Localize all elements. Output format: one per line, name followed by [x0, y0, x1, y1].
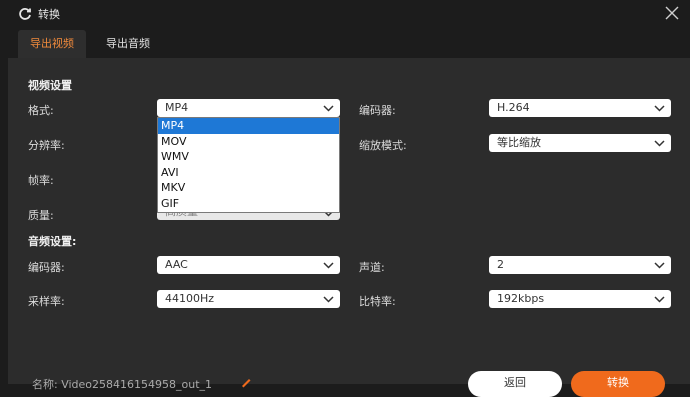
video-encoder-select[interactable]: H.264 [489, 99, 671, 117]
format-option-avi[interactable]: AVI [158, 165, 339, 181]
video-settings-heading: 视频设置 [28, 79, 72, 92]
chevron-down-icon [654, 262, 665, 269]
bitrate-label: 比特率: [359, 295, 396, 308]
chevron-down-icon [323, 105, 334, 112]
channels-label: 声道: [359, 261, 385, 274]
scale-mode-label: 缩放模式: [359, 139, 407, 152]
convert-button[interactable]: 转换 [571, 371, 665, 397]
chevron-down-icon [654, 296, 665, 303]
scale-mode-select[interactable]: 等比缩放 [489, 134, 671, 152]
format-dropdown-list: MP4 MOV WMV AVI MKV GIF [157, 117, 340, 213]
framerate-label: 帧率: [28, 174, 54, 187]
samplerate-value: 44100Hz [165, 292, 215, 305]
chevron-down-icon [323, 262, 334, 269]
format-option-mp4[interactable]: MP4 [158, 118, 339, 134]
format-select[interactable]: MP4 [157, 99, 340, 117]
format-option-mkv[interactable]: MKV [158, 180, 339, 196]
title-bar: 转换 [0, 0, 690, 28]
samplerate-label: 采样率: [28, 295, 65, 308]
format-select-value: MP4 [165, 101, 189, 114]
edit-icon[interactable] [240, 376, 252, 388]
close-icon[interactable] [664, 5, 680, 21]
audio-encoder-label: 编码器: [28, 261, 65, 274]
convert-icon [19, 8, 31, 20]
channels-select[interactable]: 2 [489, 256, 671, 274]
chevron-down-icon [323, 296, 334, 303]
scale-mode-value: 等比缩放 [497, 136, 541, 149]
bitrate-value: 192kbps [497, 292, 545, 305]
quality-label: 质量: [28, 209, 54, 222]
channels-value: 2 [497, 258, 504, 271]
audio-encoder-value: AAC [165, 258, 188, 271]
audio-encoder-select[interactable]: AAC [157, 256, 340, 274]
tab-export-video[interactable]: 导出视频 [18, 30, 86, 58]
resolution-label: 分辨率: [28, 139, 65, 152]
bitrate-select[interactable]: 192kbps [489, 290, 671, 308]
window-title: 转换 [38, 8, 60, 21]
video-encoder-value: H.264 [497, 101, 530, 114]
format-label: 格式: [28, 104, 54, 117]
chevron-down-icon [654, 140, 665, 147]
format-option-mov[interactable]: MOV [158, 134, 339, 150]
samplerate-select[interactable]: 44100Hz [157, 290, 340, 308]
video-encoder-label: 编码器: [359, 104, 396, 117]
tab-export-audio[interactable]: 导出音频 [94, 30, 162, 58]
back-button[interactable]: 返回 [468, 371, 562, 397]
chevron-down-icon [654, 105, 665, 112]
tab-bar: 导出视频 导出音频 [0, 30, 690, 58]
audio-settings-heading: 音频设置: [28, 235, 77, 248]
format-option-gif[interactable]: GIF [158, 196, 339, 212]
format-option-wmv[interactable]: WMV [158, 149, 339, 165]
output-filename: 名称: Video258416154958_out_1 [32, 378, 213, 391]
